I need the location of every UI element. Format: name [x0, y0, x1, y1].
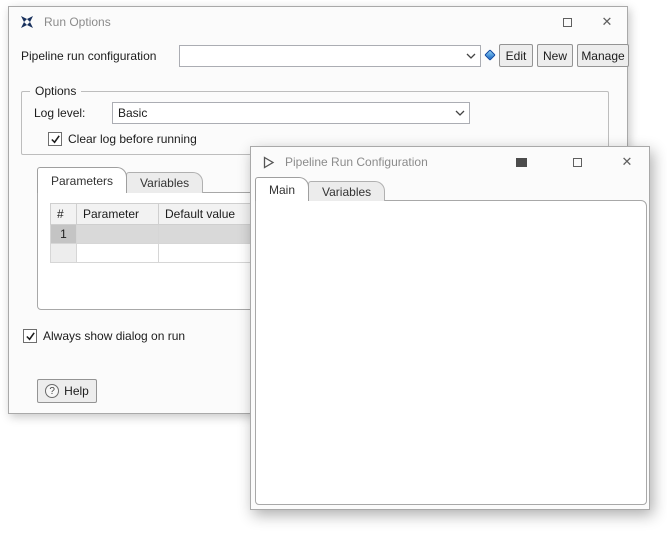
tab-parameters-label: Parameters [51, 174, 113, 188]
manage-button[interactable]: Manage [577, 44, 629, 67]
help-button[interactable]: ? Help [37, 379, 97, 403]
new-button[interactable]: New [537, 44, 573, 67]
column-header-parameter: Parameter [77, 204, 159, 225]
cell-default-value[interactable] [159, 244, 255, 263]
column-header-num: # [51, 204, 77, 225]
run-options-tabstrip: Parameters Variables [37, 167, 202, 193]
log-level-value: Basic [118, 106, 451, 120]
maximize-button[interactable] [547, 7, 587, 37]
close-icon: ✕ [602, 14, 613, 30]
table-header-row: # Parameter Default value [51, 204, 255, 225]
hop-logo-icon [19, 14, 35, 30]
pipeline-run-config-title: Pipeline Run Configuration [285, 155, 428, 169]
cell-parameter[interactable] [77, 244, 159, 263]
cell-num[interactable] [51, 244, 77, 263]
pipeline-config-tabstrip: Main Variables [255, 177, 384, 201]
maximize-icon [573, 158, 582, 167]
minimize-button[interactable] [493, 147, 549, 177]
main-tab-panel [255, 200, 647, 505]
tab-main[interactable]: Main [255, 177, 309, 201]
chevron-down-icon [451, 110, 465, 116]
cell-default-value[interactable] [159, 225, 255, 244]
tab-variables[interactable]: Variables [126, 172, 203, 193]
tab-main-label: Main [269, 183, 295, 197]
edit-button[interactable]: Edit [499, 44, 533, 67]
pipeline-run-config-titlebar[interactable]: Pipeline Run Configuration ✕ [251, 147, 649, 177]
checkmark-icon [50, 134, 61, 145]
clear-log-checkbox[interactable] [48, 132, 62, 146]
variable-icon [484, 49, 495, 60]
cell-parameter[interactable] [77, 225, 159, 244]
pipeline-run-configuration-dialog: Pipeline Run Configuration ✕ Main Variab… [250, 146, 650, 510]
always-show-checkbox[interactable] [23, 329, 37, 343]
window-controls: ✕ [547, 7, 627, 37]
tab-variables[interactable]: Variables [308, 181, 385, 201]
maximize-button[interactable] [549, 147, 605, 177]
close-button[interactable]: ✕ [605, 147, 649, 177]
close-button[interactable]: ✕ [587, 7, 627, 37]
tab-parameters[interactable]: Parameters [37, 167, 127, 193]
pipeline-run-config-combo[interactable] [179, 45, 481, 67]
minimize-icon [516, 158, 527, 167]
table-row[interactable]: 1 [51, 225, 255, 244]
run-options-titlebar[interactable]: Run Options ✕ [9, 7, 627, 37]
pipeline-run-config-label: Pipeline run configuration [21, 45, 156, 67]
options-group-legend: Options [30, 83, 81, 99]
cell-num[interactable]: 1 [51, 225, 77, 244]
maximize-icon [563, 18, 572, 27]
chevron-down-icon [462, 53, 476, 59]
window-controls: ✕ [493, 147, 649, 177]
help-button-label: Help [64, 384, 89, 398]
run-options-title: Run Options [44, 15, 111, 29]
table-row-empty[interactable] [51, 244, 255, 263]
tab-variables-label: Variables [140, 176, 189, 190]
column-header-default-value: Default value [159, 204, 255, 225]
always-show-label: Always show dialog on run [43, 325, 185, 347]
parameters-table: # Parameter Default value 1 [50, 203, 255, 263]
checkmark-icon [25, 331, 36, 342]
log-level-combo[interactable]: Basic [112, 102, 470, 124]
log-level-label: Log level: [34, 102, 85, 124]
close-icon: ✕ [622, 154, 633, 170]
clear-log-label: Clear log before running [68, 128, 197, 150]
help-icon: ? [45, 384, 59, 398]
play-icon [261, 155, 276, 170]
tab-variables-label: Variables [322, 185, 371, 199]
